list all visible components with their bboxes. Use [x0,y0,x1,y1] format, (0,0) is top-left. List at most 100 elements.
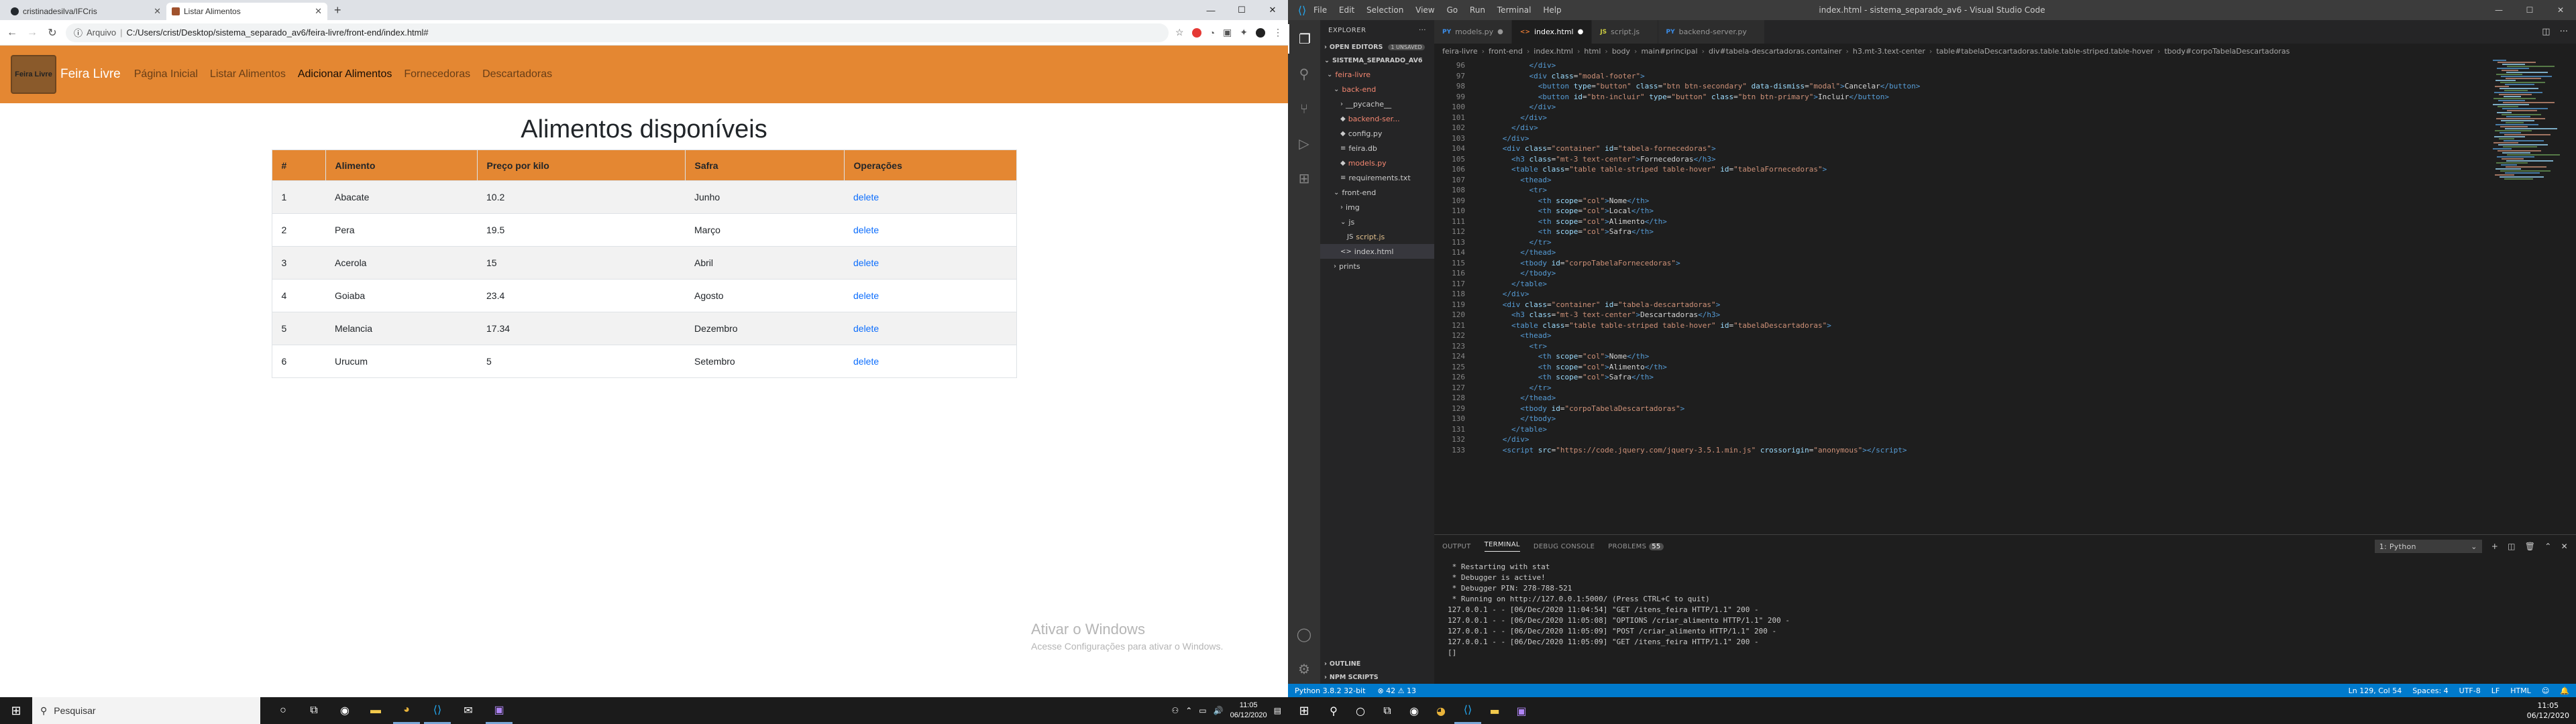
cursor-position[interactable]: Ln 129, Col 54 [2349,686,2402,695]
profile-avatar[interactable] [1256,27,1265,38]
breadcrumb-item[interactable]: div#tabela-descartadoras.container [1709,47,1842,56]
language-mode[interactable]: HTML [2510,686,2531,695]
tab-debug-console[interactable]: DEBUG CONSOLE [1534,543,1595,550]
game-icon[interactable]: ◉ [331,697,358,724]
menu-run[interactable]: Run [1470,5,1485,15]
chrome-icon[interactable]: ◕ [1428,697,1454,724]
breadcrumb-item[interactable]: html [1584,47,1601,56]
file-explorer-icon[interactable]: ▬ [1481,697,1508,724]
source-control-icon[interactable]: ⑂ [1288,94,1320,123]
close-window-icon[interactable]: ✕ [2545,5,2576,15]
volume-icon[interactable]: 🔊 [1214,706,1224,715]
tree-item[interactable]: ◆ backend-ser... [1320,111,1434,126]
chrome-icon[interactable]: ◕ [393,697,420,724]
menu-terminal[interactable]: Terminal [1497,5,1532,15]
bell-icon[interactable]: 🔔 [2560,686,2569,695]
cortana-icon[interactable]: ○ [270,697,297,724]
menu-help[interactable]: Help [1543,5,1561,15]
breadcrumb-item[interactable]: main#principal [1641,47,1697,56]
tree-item[interactable]: ≡ feira.db [1320,141,1434,156]
browser-tab-github[interactable]: cristinadesilva/IFCris ✕ [5,3,166,20]
tree-item[interactable]: ◆ models.py [1320,156,1434,170]
tree-item[interactable]: ⌄ back-end [1320,82,1434,97]
breadcrumb-item[interactable]: body [1612,47,1630,56]
outline-section[interactable]: › OUTLINE [1320,657,1434,670]
minimap[interactable] [2493,58,2567,534]
close-window-icon[interactable]: ✕ [1257,5,1288,15]
app-icon[interactable]: ▣ [486,697,513,724]
unsaved-dot-icon[interactable]: ● [1497,28,1503,36]
tray-chevron-icon[interactable]: ⌃ [1185,706,1192,715]
tree-item[interactable]: ≡ requirements.txt [1320,170,1434,185]
tree-item[interactable]: › prints [1320,259,1434,274]
minimize-icon[interactable]: — [1195,5,1226,15]
cortana-icon[interactable]: ○ [1347,697,1374,724]
tree-item[interactable]: ⌄ feira-livre [1320,67,1434,82]
search-icon[interactable]: ⚲ [1288,59,1320,88]
task-view-icon[interactable]: ⧉ [301,697,327,724]
forward-icon[interactable]: → [25,27,39,39]
close-tab-icon[interactable]: ✕ [315,6,322,17]
tab-terminal[interactable]: TERMINAL [1484,541,1520,552]
delete-link[interactable]: delete [853,192,879,202]
run-debug-icon[interactable]: ▷ [1288,129,1320,158]
network-icon[interactable]: ▭ [1199,706,1206,715]
encoding[interactable]: UTF-8 [2459,686,2481,695]
split-terminal-icon[interactable]: ◫ [2508,542,2516,551]
nav-fornecedoras[interactable]: Fornecedoras [404,68,470,80]
game-icon[interactable]: ◉ [1401,697,1428,724]
more-actions-icon[interactable]: ··· [1419,27,1426,34]
code-editor[interactable]: 96 </div> 97 <div class="modal-footer"> 98… [1434,58,2576,534]
nav-descartadoras[interactable]: Descartadoras [482,68,552,80]
terminal-output[interactable]: * Restarting with stat * Debugger is act… [1434,558,2576,684]
extension-icon[interactable] [1191,27,1201,38]
breadcrumb-item[interactable]: table#tabelaDescartadoras.table.table-st… [1936,47,2153,56]
notifications-icon[interactable]: ▤ [1274,706,1281,715]
mail-icon[interactable]: ✉ [455,697,482,724]
navbar-brand[interactable]: Feira Livre [60,67,121,82]
app-icon[interactable]: ▣ [1508,697,1535,724]
explorer-icon[interactable]: ❐ [1288,24,1320,54]
python-interpreter[interactable]: Python 3.8.2 32-bit [1295,686,1365,695]
task-view-icon[interactable]: ⧉ [1374,697,1401,724]
new-terminal-icon[interactable]: + [2491,542,2498,551]
feedback-icon[interactable]: ☺ [2542,686,2549,695]
tree-item[interactable]: ◆ config.py [1320,126,1434,141]
minimize-icon[interactable]: — [2483,5,2514,15]
puzzle-icon[interactable]: ✦ [1240,27,1248,38]
indentation[interactable]: Spaces: 4 [2412,686,2448,695]
taskbar-search[interactable]: ⚲ Pesquisar [32,697,260,724]
more-actions-icon[interactable]: ··· [2560,27,2568,37]
account-icon[interactable]: ◯ [1288,619,1320,649]
taskbar-clock[interactable]: 11:05 06/12/2020 [1230,701,1267,721]
tree-item[interactable]: › img [1320,200,1434,215]
maximize-icon[interactable]: ☐ [1226,5,1257,15]
maximize-panel-icon[interactable]: ⌃ [2544,542,2551,551]
address-bar[interactable]: ⓘ Arquivo | C:/Users/crist/Desktop/siste… [66,23,1169,42]
editor-tab[interactable]: PYbackend-server.py✕ [1658,20,1766,44]
menu-view[interactable]: View [1415,5,1434,15]
split-editor-icon[interactable]: ◫ [2542,27,2550,37]
tab-problems[interactable]: PROBLEMS 55 [1608,542,1664,550]
open-editors-section[interactable]: › OPEN EDITORS 1 UNSAVED [1320,40,1434,54]
close-tab-icon[interactable]: ✕ [154,6,161,17]
close-panel-icon[interactable]: ✕ [2561,542,2568,551]
browser-tab-listar-alimentos[interactable]: Listar Alimentos ✕ [166,3,327,20]
people-icon[interactable]: ⚇ [1171,706,1179,715]
new-tab-button[interactable]: + [327,3,348,20]
tree-item[interactable]: <> index.html [1320,244,1434,259]
nav-listar-alimentos[interactable]: Listar Alimentos [210,68,286,80]
project-section[interactable]: ⌄ SISTEMA_SEPARADO_AV6 [1320,54,1434,67]
extension-icon[interactable]: ▣ [1223,27,1232,38]
translate-icon[interactable]: ◔ [1210,27,1215,38]
editor-tab[interactable]: JSscript.js✕ [1592,20,1658,44]
tree-item[interactable]: › __pycache__ [1320,97,1434,111]
nav-adicionar-alimentos[interactable]: Adicionar Alimentos [298,68,392,80]
windows-start-icon[interactable]: ⊞ [0,704,32,718]
delete-link[interactable]: delete [853,323,879,334]
terminal-select[interactable]: 1: Python ⌄ [2374,540,2482,553]
menu-selection[interactable]: Selection [1366,5,1403,15]
back-icon[interactable]: ← [5,27,19,39]
delete-link[interactable]: delete [853,290,879,301]
breadcrumb-item[interactable]: h3.mt-3.text-center [1853,47,1925,56]
